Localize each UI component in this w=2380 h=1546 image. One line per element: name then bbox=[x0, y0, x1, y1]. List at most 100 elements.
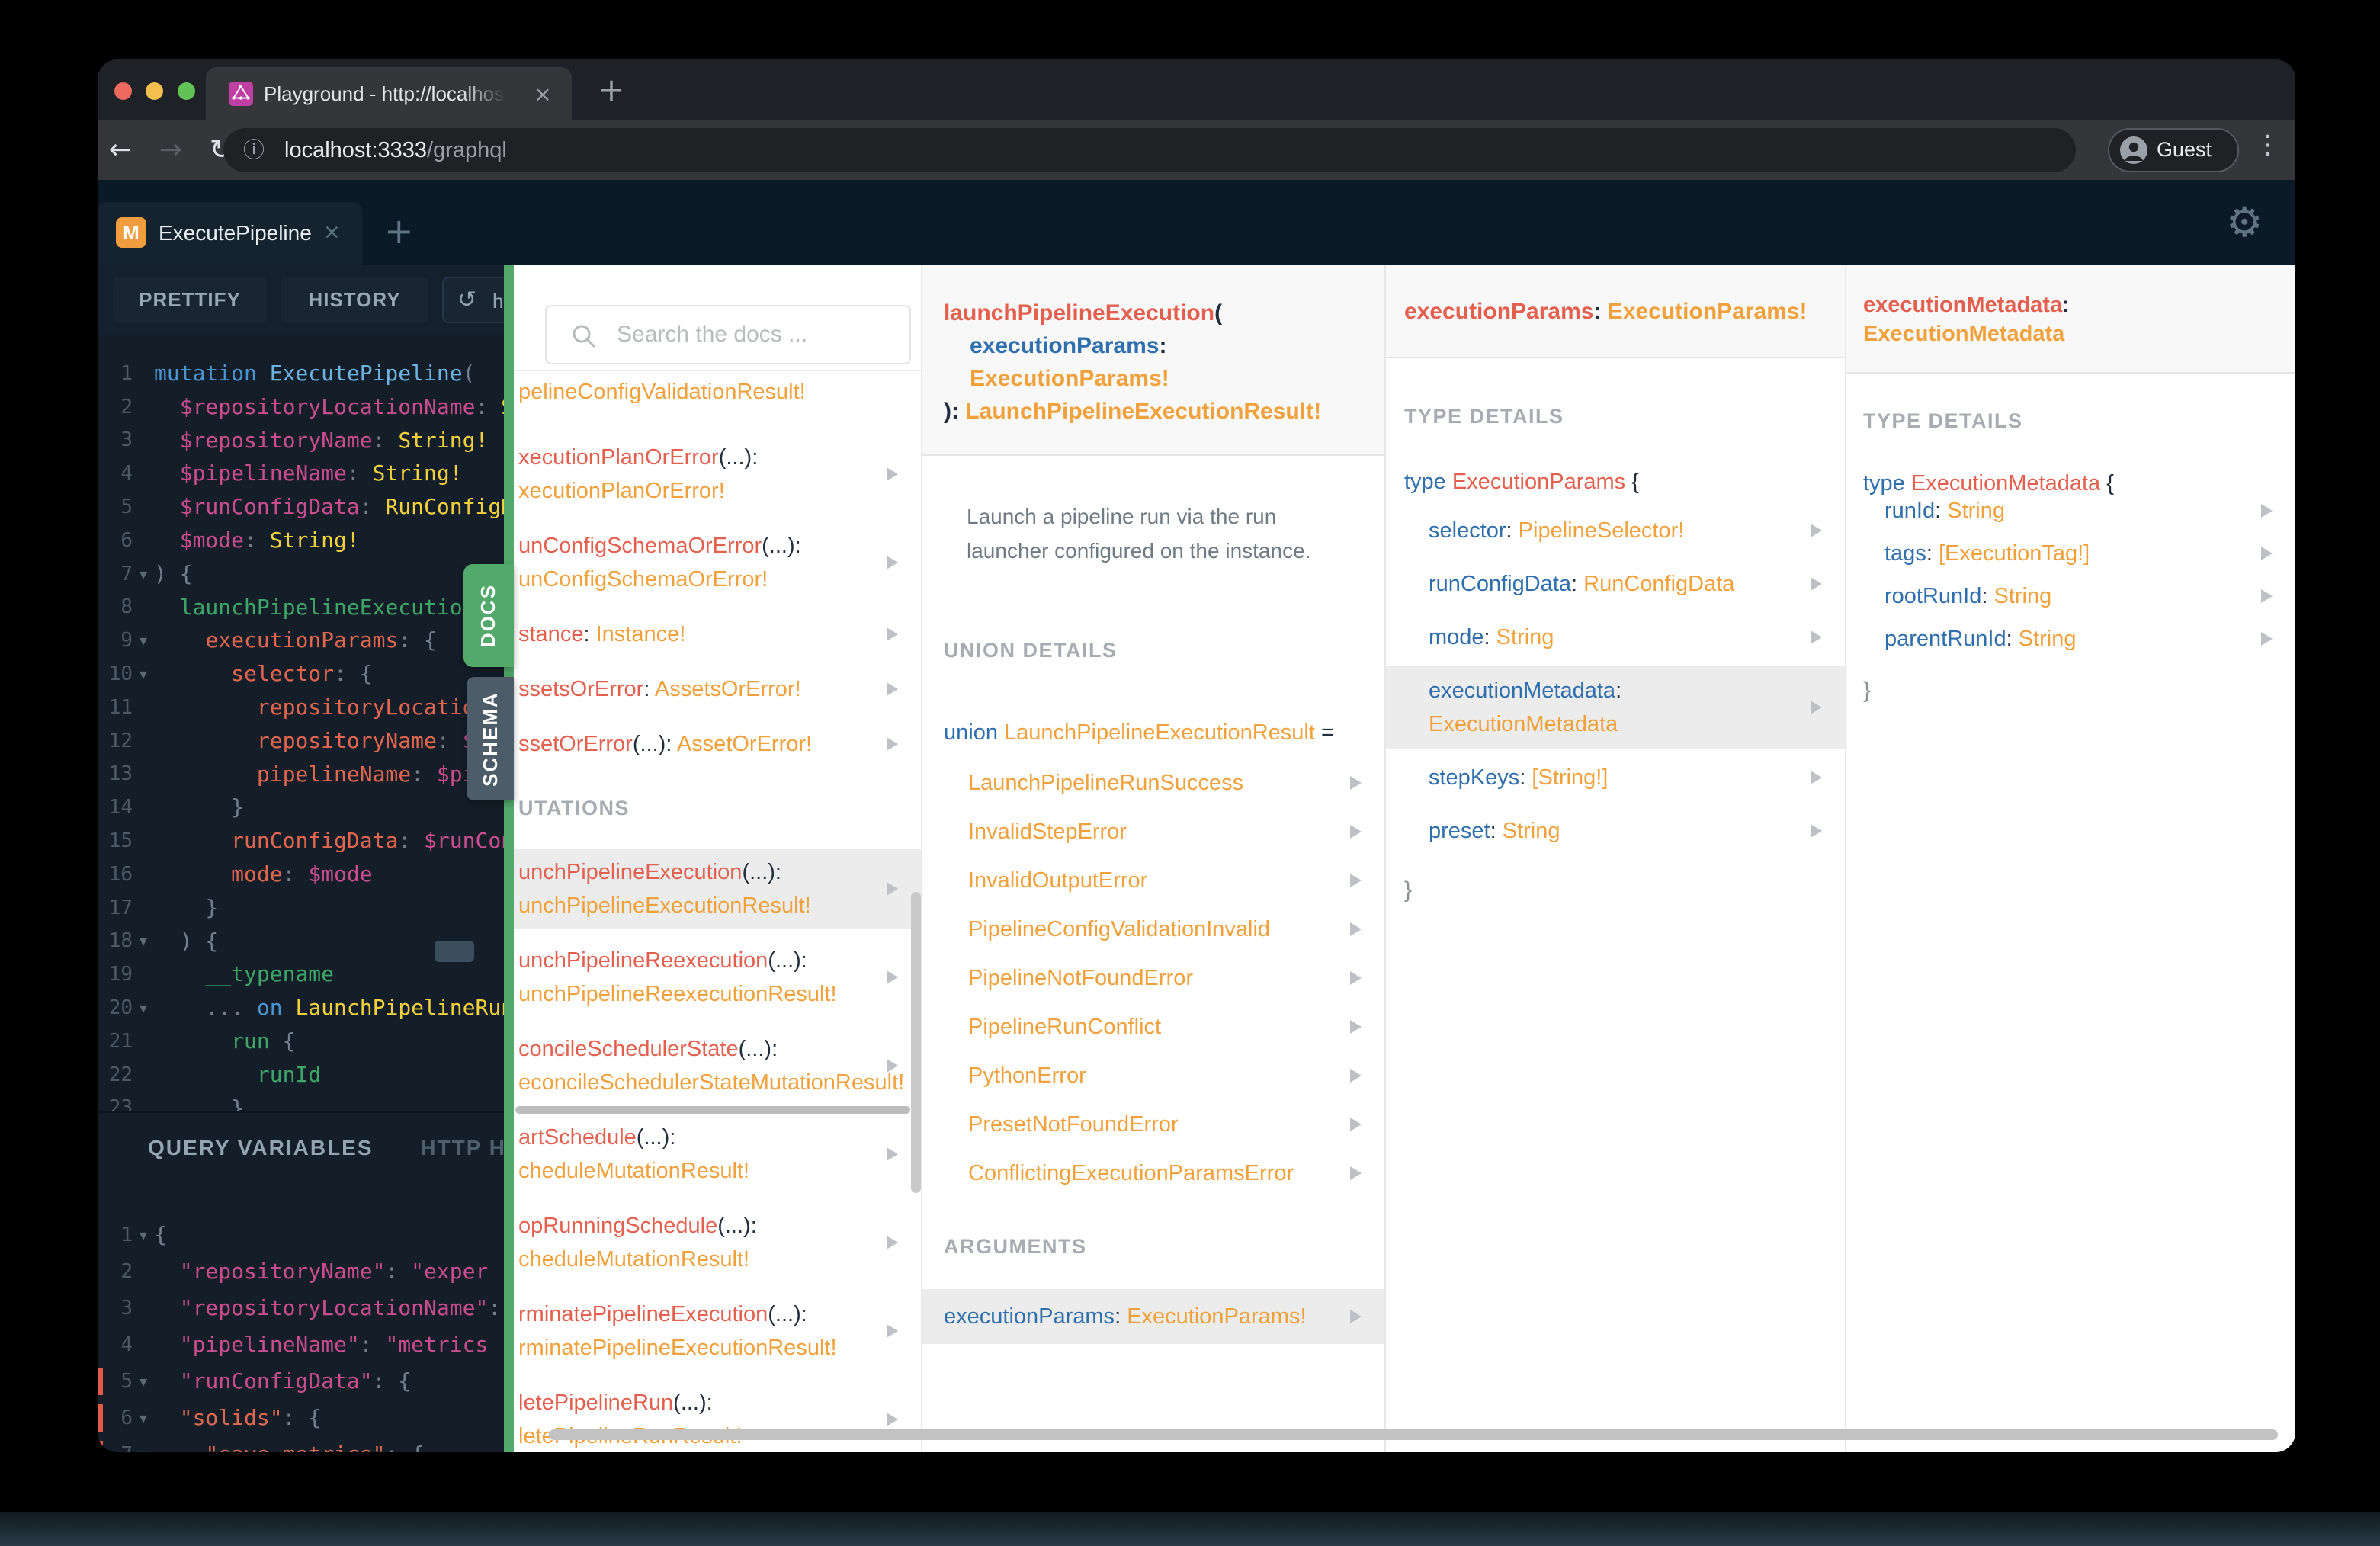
address-bar[interactable]: ⓘ localhost:3333/graphql bbox=[223, 128, 2076, 172]
fold-arrow-icon[interactable]: ▾ bbox=[133, 565, 154, 583]
doc-entry[interactable]: runConfigData: RunConfigData bbox=[1386, 560, 1845, 608]
fold-arrow-icon[interactable]: ▾ bbox=[133, 665, 154, 683]
token: ssetsOrError bbox=[518, 677, 644, 701]
token: run bbox=[231, 1028, 270, 1054]
token: $pipelineName bbox=[179, 460, 347, 486]
tab-http-headers[interactable]: HTTP HEADERS bbox=[420, 1136, 504, 1160]
closing-brace: } bbox=[1404, 877, 1413, 903]
docs-divider-strip[interactable] bbox=[504, 265, 514, 1452]
doc-entry[interactable]: InvalidOutputError bbox=[922, 858, 1384, 903]
doc-entry[interactable]: preset: String bbox=[1386, 807, 1845, 855]
doc-entry[interactable]: pelineConfigValidationResult! bbox=[514, 369, 921, 415]
line-number: 18 bbox=[108, 929, 133, 953]
doc-entry[interactable]: unchPipelineExecution(...): unchPipelineE… bbox=[514, 849, 921, 929]
docs-horizontal-scrollbar[interactable] bbox=[549, 1429, 2278, 1440]
doc-entry[interactable]: PresetNotFoundError bbox=[922, 1102, 1384, 1147]
doc-entry[interactable]: rminatePipelineExecution(...): rminatePip… bbox=[514, 1291, 921, 1371]
token: unchPipelineReexecutionResult! bbox=[518, 982, 837, 1006]
fold-arrow-icon[interactable]: ▾ bbox=[133, 1409, 154, 1427]
new-tab-button[interactable]: + bbox=[593, 72, 630, 108]
doc-entry[interactable]: unConfigSchemaOrError(...): unConfigSchem… bbox=[514, 523, 921, 602]
doc-entry[interactable]: tags: [ExecutionTag!] bbox=[1846, 532, 2295, 575]
doc-entry[interactable]: letePipelineRun(...):letePipelineRunResu… bbox=[514, 1380, 921, 1452]
close-session-icon[interactable]: × bbox=[323, 220, 341, 244]
fold-arrow-icon[interactable]: ▾ bbox=[133, 1226, 154, 1244]
doc-entry[interactable]: selector: PipelineSelector! bbox=[1386, 506, 1845, 555]
browser-tab[interactable]: Playground - http://localhost:3 × bbox=[206, 67, 572, 120]
token: (...): bbox=[632, 732, 677, 756]
doc-entry[interactable]: ssetsOrError: AssetsOrError! bbox=[514, 666, 921, 712]
endpoint-reload-icon[interactable]: ↺ bbox=[457, 277, 476, 323]
token: executionParams bbox=[1404, 299, 1594, 324]
union-declaration: union LaunchPipelineExecutionResult = bbox=[944, 716, 1384, 749]
doc-entry[interactable]: unchPipelineReexecution(...): unchPipelin… bbox=[514, 938, 921, 1017]
column1-vertical-scrollbar[interactable] bbox=[911, 892, 921, 1193]
fold-arrow-icon[interactable]: ▾ bbox=[133, 631, 154, 650]
close-tab-icon[interactable]: × bbox=[531, 82, 555, 107]
token: unchPipelineExecutionResult! bbox=[518, 893, 811, 918]
playground-session-tab[interactable]: M ExecutePipeline × bbox=[98, 202, 362, 265]
add-session-button[interactable]: + bbox=[384, 210, 414, 252]
doc-entry[interactable]: InvalidStepError bbox=[922, 809, 1384, 855]
doc-entry[interactable]: ssetOrError(...): AssetOrError! bbox=[514, 721, 921, 767]
doc-entry[interactable]: parentRunId: String bbox=[1846, 617, 2295, 660]
query-variables-pane: QUERY VARIABLES HTTP HEADERS 1▾{2 "repos… bbox=[98, 1111, 504, 1452]
editor-pane: PRETTIFY HISTORY ↺ http://loc 1 mutation … bbox=[98, 265, 504, 1452]
doc-entry[interactable]: runId: String bbox=[1846, 489, 2295, 532]
doc-entry[interactable]: PythonError bbox=[922, 1053, 1384, 1099]
query-editor[interactable]: 1 mutation ExecutePipeline(2 $repositoryL… bbox=[98, 335, 504, 1111]
doc-entry[interactable]: PipelineRunConflict bbox=[922, 1004, 1384, 1050]
docs-side-tab[interactable]: DOCS bbox=[463, 564, 514, 667]
site-info-icon[interactable]: ⓘ bbox=[243, 128, 265, 172]
settings-gear-icon[interactable]: ⚙ bbox=[2226, 198, 2263, 246]
schema-side-tab[interactable]: SCHEMA bbox=[467, 677, 514, 800]
endpoint-input[interactable]: ↺ http://loc bbox=[442, 277, 504, 323]
doc-entry[interactable]: concileSchedulerState(...): econcileSched… bbox=[514, 1026, 921, 1105]
doc-entry[interactable]: xecutionPlanOrError(...): xecutionPlanOrE… bbox=[514, 435, 921, 514]
chevron-right-icon bbox=[1350, 1069, 1362, 1083]
fold-arrow-icon[interactable]: ▾ bbox=[133, 999, 154, 1017]
fold-arrow-icon[interactable]: ▾ bbox=[133, 1372, 154, 1390]
token: : bbox=[244, 527, 257, 553]
traffic-light-close[interactable] bbox=[114, 82, 132, 100]
code-line: 14 } bbox=[98, 791, 504, 824]
profile-button[interactable]: Guest bbox=[2108, 128, 2239, 172]
token: ( bbox=[1214, 300, 1223, 326]
doc-entry[interactable]: PipelineConfigValidationInvalid bbox=[922, 906, 1384, 952]
doc-entry[interactable]: executionParams: ExecutionParams! bbox=[922, 1289, 1384, 1344]
doc-entry[interactable]: PipelineNotFoundError bbox=[922, 955, 1384, 1001]
doc-entry[interactable]: artSchedule(...): cheduleMutationResult! bbox=[514, 1115, 921, 1194]
search-input[interactable]: Search the docs ... bbox=[545, 305, 911, 364]
line-number: 10 bbox=[108, 662, 133, 686]
token: stance bbox=[518, 622, 584, 646]
doc-entry[interactable]: opRunningSchedule(...): cheduleMutationRe… bbox=[514, 1203, 921, 1282]
token: ConflictingExecutionParamsError bbox=[968, 1161, 1294, 1185]
doc-entry[interactable]: stepKeys: [String!] bbox=[1386, 753, 1845, 802]
doc-entry[interactable]: ConflictingExecutionParamsError bbox=[922, 1150, 1384, 1196]
doc-entry[interactable]: stance: Instance! bbox=[514, 611, 921, 657]
fold-arrow-icon[interactable]: ▾ bbox=[133, 932, 154, 950]
type-header: executionParams: ExecutionParams! bbox=[1386, 265, 1845, 358]
traffic-light-zoom[interactable] bbox=[178, 82, 195, 100]
doc-entry[interactable]: executionMetadata: ExecutionMetadata bbox=[1386, 666, 1845, 749]
fold-arrow-icon[interactable]: ▾ bbox=[133, 1445, 154, 1452]
tab-query-variables[interactable]: QUERY VARIABLES bbox=[148, 1136, 374, 1160]
back-icon[interactable]: ← bbox=[104, 134, 137, 165]
history-button[interactable]: HISTORY bbox=[281, 277, 428, 323]
browser-menu-icon[interactable]: ⋮ bbox=[2255, 130, 2281, 160]
column1-horizontal-scrollbar[interactable] bbox=[515, 1106, 910, 1114]
prettify-button[interactable]: PRETTIFY bbox=[113, 277, 267, 323]
variables-editor[interactable]: 1 ▾{2 "repositoryName": "exper 3 "reposito… bbox=[98, 1217, 504, 1452]
traffic-light-minimize[interactable] bbox=[146, 82, 163, 100]
doc-entry[interactable]: rootRunId: String bbox=[1846, 575, 2295, 617]
doc-entry[interactable]: mode: String bbox=[1386, 613, 1845, 662]
token: "runConfigData" bbox=[179, 1368, 373, 1394]
doc-entry[interactable]: LaunchPipelineRunSuccess bbox=[922, 760, 1384, 806]
forward-icon[interactable]: → bbox=[154, 134, 188, 165]
